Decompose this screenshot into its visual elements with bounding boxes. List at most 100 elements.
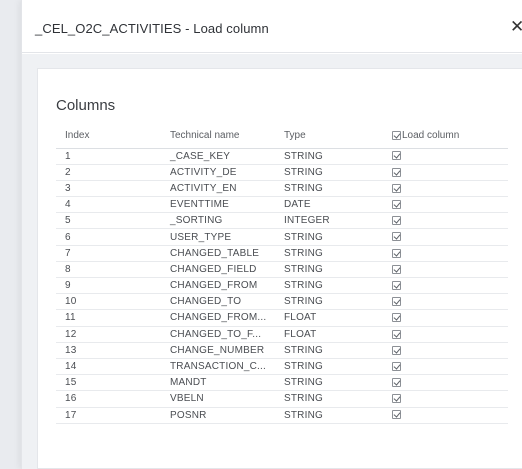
load-column-checkbox[interactable] bbox=[392, 378, 401, 388]
load-column-dialog: _CEL_O2C_ACTIVITIES - Load column ✕ Colu… bbox=[21, 0, 522, 469]
load-column-checkbox[interactable] bbox=[392, 248, 401, 258]
cell-index: 5 bbox=[56, 212, 170, 230]
cell-technical-name: CHANGED_TO_F... bbox=[170, 326, 284, 343]
cell-index: 1 bbox=[56, 148, 170, 165]
table-row: 17 POSNR STRING bbox=[56, 407, 508, 424]
cell-technical-name: _CASE_KEY bbox=[170, 148, 284, 165]
load-column-checkbox[interactable] bbox=[392, 200, 401, 210]
cell-type: INTEGER bbox=[284, 212, 392, 230]
cell-load-column bbox=[392, 164, 508, 181]
table-row: 10 CHANGED_TO STRING bbox=[56, 293, 508, 311]
header-type: Type bbox=[284, 124, 392, 149]
table-row: 3 ACTIVITY_EN STRING bbox=[56, 180, 508, 198]
cell-load-column bbox=[392, 212, 508, 230]
cell-type: STRING bbox=[284, 148, 392, 165]
load-column-checkbox[interactable] bbox=[392, 216, 401, 226]
cell-type: STRING bbox=[284, 164, 392, 181]
dialog-body: Columns Index Technical name Type Load c… bbox=[22, 54, 522, 469]
header-index: Index bbox=[56, 124, 170, 149]
load-column-checkbox[interactable] bbox=[392, 280, 401, 290]
table-row: 13 CHANGE_NUMBER STRING bbox=[56, 342, 508, 359]
cell-load-column bbox=[392, 196, 508, 214]
cell-index: 4 bbox=[56, 196, 170, 214]
cell-load-column bbox=[392, 326, 508, 343]
load-column-checkbox[interactable] bbox=[392, 183, 401, 193]
cell-type: STRING bbox=[284, 228, 392, 246]
cell-type: STRING bbox=[284, 390, 392, 408]
header-load-column-label: Load column bbox=[402, 130, 460, 142]
table-row: 14 TRANSACTION_C... STRING bbox=[56, 358, 508, 376]
header-load-column: Load column bbox=[392, 124, 508, 149]
cell-load-column bbox=[392, 358, 508, 376]
cell-type: FLOAT bbox=[284, 326, 392, 343]
cell-type: STRING bbox=[284, 277, 392, 295]
cell-index: 16 bbox=[56, 390, 170, 408]
cell-type: FLOAT bbox=[284, 309, 392, 327]
cell-type: STRING bbox=[284, 358, 392, 376]
cell-index: 14 bbox=[56, 358, 170, 376]
cell-load-column bbox=[392, 407, 508, 424]
cell-technical-name: _SORTING bbox=[170, 212, 284, 230]
cell-index: 8 bbox=[56, 261, 170, 279]
load-column-checkbox[interactable] bbox=[392, 264, 401, 274]
load-column-checkbox[interactable] bbox=[392, 297, 401, 307]
close-icon[interactable]: ✕ bbox=[510, 17, 522, 37]
cell-index: 12 bbox=[56, 326, 170, 343]
cell-index: 7 bbox=[56, 245, 170, 262]
cell-load-column bbox=[392, 245, 508, 262]
cell-index: 17 bbox=[56, 407, 170, 424]
cell-technical-name: EVENTTIME bbox=[170, 196, 284, 214]
cell-load-column bbox=[392, 228, 508, 246]
load-column-checkbox[interactable] bbox=[392, 232, 401, 242]
cell-load-column bbox=[392, 374, 508, 392]
cell-technical-name: CHANGED_FIELD bbox=[170, 261, 284, 279]
columns-card: Columns Index Technical name Type Load c… bbox=[37, 68, 522, 469]
table-row: 2 ACTIVITY_DE STRING bbox=[56, 164, 508, 181]
load-column-checkbox[interactable] bbox=[392, 345, 401, 355]
columns-heading: Columns bbox=[56, 97, 116, 114]
cell-type: STRING bbox=[284, 245, 392, 262]
table-header-row: Index Technical name Type Load column bbox=[56, 124, 508, 149]
select-all-checkbox[interactable] bbox=[392, 131, 401, 141]
cell-technical-name: CHANGED_FROM bbox=[170, 277, 284, 295]
cell-type: STRING bbox=[284, 180, 392, 198]
cell-index: 10 bbox=[56, 293, 170, 311]
cell-load-column bbox=[392, 309, 508, 327]
cell-technical-name: CHANGED_FROM... bbox=[170, 309, 284, 327]
cell-index: 6 bbox=[56, 228, 170, 246]
cell-technical-name: POSNR bbox=[170, 407, 284, 424]
cell-technical-name: CHANGED_TO bbox=[170, 293, 284, 311]
cell-index: 9 bbox=[56, 277, 170, 295]
table-row: 16 VBELN STRING bbox=[56, 390, 508, 408]
load-column-checkbox[interactable] bbox=[392, 361, 401, 371]
cell-technical-name: ACTIVITY_EN bbox=[170, 180, 284, 198]
load-column-checkbox[interactable] bbox=[392, 394, 401, 404]
cell-index: 11 bbox=[56, 309, 170, 327]
cell-technical-name: ACTIVITY_DE bbox=[170, 164, 284, 181]
cell-type: STRING bbox=[284, 374, 392, 392]
load-column-checkbox[interactable] bbox=[392, 329, 401, 339]
cell-type: STRING bbox=[284, 342, 392, 359]
load-column-checkbox[interactable] bbox=[392, 410, 401, 420]
table-row: 5 _SORTING INTEGER bbox=[56, 212, 508, 230]
header-technical-name: Technical name bbox=[170, 124, 284, 149]
table-row: 7 CHANGED_TABLE STRING bbox=[56, 245, 508, 262]
table-body: 1 _CASE_KEY STRING 2 ACTIVITY_DE STRING 3 ACTIV… bbox=[56, 148, 508, 424]
cell-index: 13 bbox=[56, 342, 170, 359]
cell-load-column bbox=[392, 342, 508, 359]
cell-technical-name: MANDT bbox=[170, 374, 284, 392]
load-column-checkbox[interactable] bbox=[392, 313, 401, 323]
load-column-checkbox[interactable] bbox=[392, 151, 401, 161]
cell-technical-name: VBELN bbox=[170, 390, 284, 408]
table-row: 11 CHANGED_FROM... FLOAT bbox=[56, 309, 508, 327]
cell-index: 2 bbox=[56, 164, 170, 181]
dialog-title: _CEL_O2C_ACTIVITIES - Load column bbox=[35, 21, 269, 36]
cell-load-column bbox=[392, 277, 508, 295]
cell-type: STRING bbox=[284, 261, 392, 279]
load-column-checkbox[interactable] bbox=[392, 167, 401, 177]
cell-technical-name: CHANGE_NUMBER bbox=[170, 342, 284, 359]
cell-type: STRING bbox=[284, 407, 392, 424]
cell-technical-name: CHANGED_TABLE bbox=[170, 245, 284, 262]
cell-load-column bbox=[392, 293, 508, 311]
columns-table: Index Technical name Type Load column 1 _… bbox=[56, 124, 508, 424]
